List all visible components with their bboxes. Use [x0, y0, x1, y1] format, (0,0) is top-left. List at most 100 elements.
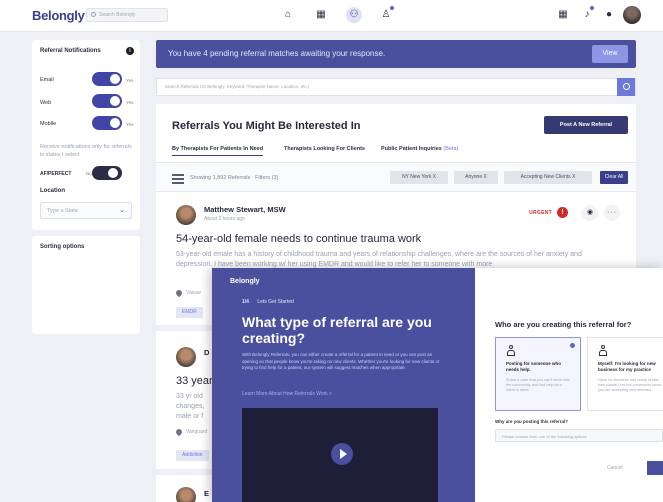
modal-heading: What type of referral are you creating?	[242, 314, 432, 346]
location-pin-icon	[174, 427, 184, 437]
intro-video[interactable]	[242, 408, 438, 502]
step-indicator: 1/4 Lets Get Started	[242, 299, 294, 305]
eye-icon[interactable]: ◉	[582, 205, 598, 221]
post-time: About 2 hours ago	[204, 216, 245, 222]
email-toggle[interactable]	[92, 72, 122, 86]
web-label: Web	[40, 100, 52, 106]
mobile-toggle-state: Yes	[126, 122, 134, 127]
tab-label: Public Patient Inquiries	[381, 146, 442, 152]
why-posting-placeholder: Please choose from one of the following …	[502, 433, 587, 439]
profile-avatar[interactable]	[623, 6, 641, 24]
modal-logo: Belongly	[230, 278, 260, 285]
avatar[interactable]	[176, 205, 196, 225]
web-toggle[interactable]	[92, 94, 122, 108]
referral-notifications-panel: Referral Notifications i Email Yes Web Y…	[32, 40, 140, 230]
tab-label: By Therapists For Patients In Need	[172, 146, 264, 152]
create-referral-modal: Belongly 1/4 Lets Get Started What type …	[212, 268, 663, 502]
modal-intro-panel: Belongly 1/4 Lets Get Started What type …	[212, 268, 475, 502]
option-myself[interactable]: Myself: I'm looking for new business for…	[587, 337, 663, 411]
filter-bar: Showing 1,892 Referrals · Filters (3) NY…	[156, 164, 636, 192]
state-select[interactable]: Type a State ⌄	[40, 202, 132, 219]
referral-search-input[interactable]: Search Referrals On Belongly, Keyword, T…	[156, 78, 636, 96]
web-toggle-state: Yes	[126, 100, 134, 105]
person-icon	[598, 345, 608, 357]
referral-headline[interactable]: 54-year-old female needs to continue tra…	[176, 233, 421, 245]
cancel-button[interactable]: Cancel	[607, 465, 623, 471]
af-perfect-label: AF/PERFECT	[40, 171, 72, 177]
banner-text: You have 4 pending referral matches awai…	[168, 49, 386, 58]
mobile-toggle[interactable]	[92, 116, 122, 130]
notification-note: Receive notifications only for referrals…	[40, 144, 132, 158]
referral-headline[interactable]: 33 year	[176, 375, 213, 387]
avatar[interactable]	[176, 487, 196, 502]
location-pin-icon	[174, 288, 184, 298]
filter-chip-anyone[interactable]: Anyone X	[454, 171, 498, 184]
belongly-logo[interactable]: Belongly	[32, 8, 85, 23]
showing-count: Showing 1,892 Referrals · Filters (3)	[190, 175, 279, 181]
specialty-tag[interactable]: EMDR	[176, 307, 203, 318]
referral-description: 33 yr old changes, male or f	[176, 393, 205, 420]
next-button[interactable]	[647, 461, 663, 475]
global-search-placeholder: Search Belongly	[99, 12, 136, 18]
step-number: 1/4	[242, 299, 249, 305]
community-icon[interactable]: ⚇	[346, 7, 362, 23]
referral-for-question: Who are you creating this referral for?	[495, 320, 632, 329]
info-icon[interactable]: i	[126, 47, 134, 55]
search-button[interactable]	[617, 78, 635, 96]
option-someone-needs-help[interactable]: Posting for someone who needs help. Shar…	[495, 337, 581, 411]
filter-sliders-icon[interactable]	[172, 173, 184, 184]
play-icon[interactable]	[331, 443, 353, 465]
tab-divider	[156, 162, 636, 163]
option-title: Posting for someone who needs help.	[506, 361, 562, 372]
email-toggle-state: Yes	[126, 78, 134, 83]
state-placeholder: Type a State	[47, 208, 78, 214]
bell-notification-dot	[589, 5, 595, 11]
location-label: Location	[40, 188, 65, 194]
author-name[interactable]: Matthew Stewart, MSW	[204, 205, 286, 214]
building-icon[interactable]: ▦	[313, 7, 329, 23]
referrals-title: Referrals You Might Be Interested In	[172, 120, 361, 132]
tab-therapists-looking[interactable]: Therapists Looking For Clients	[284, 146, 365, 152]
home-icon[interactable]: ⌂	[280, 7, 296, 23]
tab-public-inquiries[interactable]: Public Patient Inquiries (Beta)	[381, 146, 458, 152]
mobile-label: Mobile	[40, 121, 57, 127]
modal-form-panel: Who are you creating this referral for? …	[475, 268, 663, 502]
beta-badge: (Beta)	[443, 146, 459, 152]
chat-icon[interactable]: ●	[601, 7, 617, 23]
clear-all-button[interactable]: Clear All	[600, 171, 628, 184]
modal-description: With Belongly Referrals, you can either …	[242, 352, 440, 370]
alert-icon: !	[557, 207, 568, 218]
specialty-tag[interactable]: Addiction	[176, 450, 209, 461]
learn-more-link[interactable]: Learn More About How Referrals Work >	[242, 391, 332, 397]
view-button[interactable]: View	[592, 45, 628, 63]
step-label: Lets Get Started	[257, 299, 294, 305]
notifications-title: Referral Notifications	[40, 48, 101, 54]
sorting-options-panel: Sorting options	[32, 236, 140, 334]
more-options-icon[interactable]: ···	[604, 205, 620, 221]
author-name[interactable]: D	[204, 348, 209, 357]
notification-dot	[389, 5, 395, 11]
tab-label: Therapists Looking For Clients	[284, 146, 365, 152]
grid-icon[interactable]: ▦	[555, 7, 571, 23]
chevron-down-icon: ⌄	[119, 207, 125, 214]
option-title: Myself: I'm looking for new business for…	[598, 361, 656, 372]
af-perfect-toggle[interactable]	[92, 166, 122, 180]
why-posting-label: Why are you posting this referral?	[495, 419, 569, 424]
referral-description: 53-year-old emale has a history of child…	[176, 251, 582, 268]
sorting-options-title: Sorting options	[40, 244, 85, 250]
post-new-referral-button[interactable]: Post A New Referral	[544, 116, 628, 134]
author-name[interactable]: E	[204, 489, 209, 498]
referral-location: Vassar	[186, 290, 202, 296]
option-description: Open for business and ready to take new …	[598, 378, 661, 392]
tab-therapists-for-patients[interactable]: By Therapists For Patients In Need	[172, 146, 264, 156]
af-perfect-state: No	[86, 171, 92, 176]
filter-chip-location[interactable]: NY New York X	[390, 171, 448, 184]
pending-matches-banner: You have 4 pending referral matches awai…	[156, 40, 636, 68]
avatar[interactable]	[176, 347, 196, 367]
why-posting-select[interactable]: Please choose from one of the following …	[495, 429, 663, 442]
urgent-badge: URGENT	[529, 210, 552, 216]
global-search-input[interactable]: Search Belongly	[86, 8, 168, 22]
selected-indicator-icon	[570, 343, 575, 348]
filter-chip-accepting[interactable]: Accepting New Clients X	[504, 171, 592, 184]
option-description: Share a case that you can't serve with t…	[506, 378, 571, 392]
